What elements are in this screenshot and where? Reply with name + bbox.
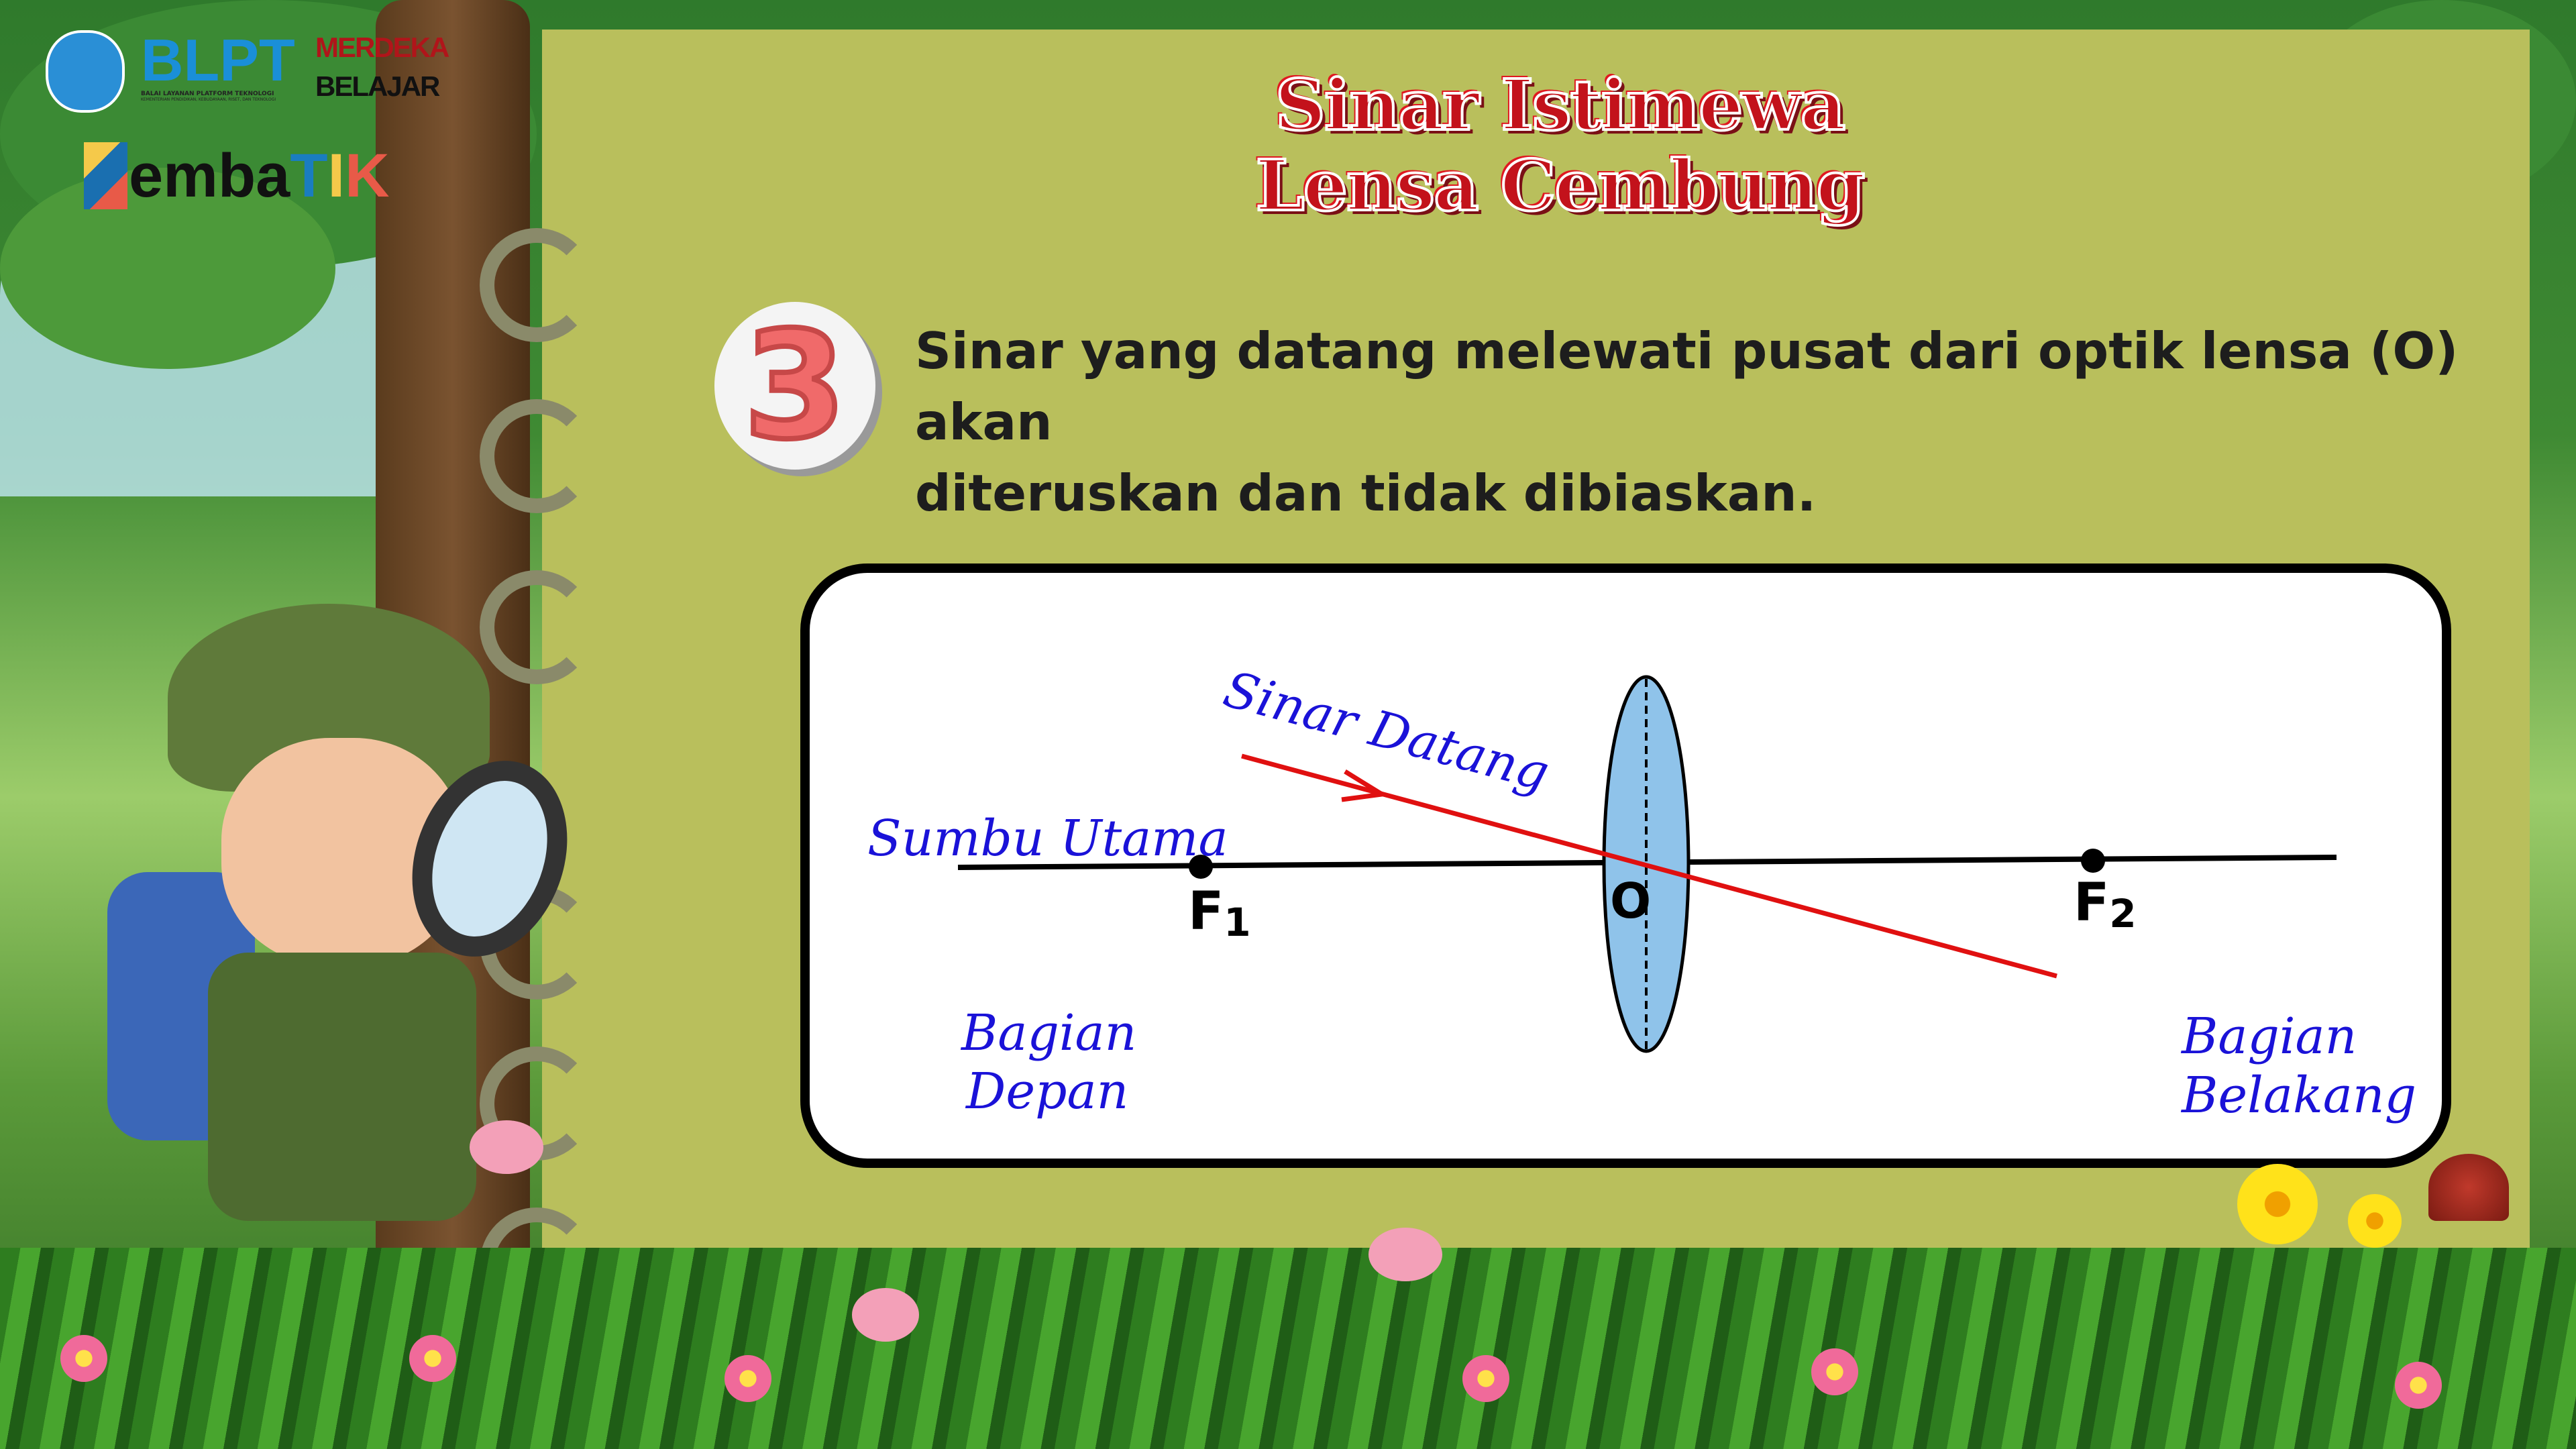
butterfly-icon xyxy=(1368,1228,1442,1281)
flower-icon xyxy=(2395,1362,2442,1409)
lens-diagram: F1 O F2 Sinar Datang Sumbu Utama Bagian … xyxy=(867,660,2416,1124)
flower-icon xyxy=(60,1335,107,1382)
flower-icon xyxy=(1462,1355,1509,1402)
front-label-2: Depan xyxy=(965,1063,1128,1120)
snail-icon xyxy=(2428,1154,2509,1221)
f2-label: F2 xyxy=(2074,873,2137,936)
f1-label: F1 xyxy=(1188,881,1251,945)
axis-label: Sumbu Utama xyxy=(867,810,1228,867)
butterfly-icon xyxy=(852,1288,919,1342)
o-label: O xyxy=(1610,873,1651,929)
flower-icon xyxy=(724,1355,771,1402)
front-label-1: Bagian xyxy=(960,1004,1136,1062)
flower-icon xyxy=(1811,1348,1858,1395)
yellow-flower-icon xyxy=(2237,1164,2318,1244)
back-label-2: Belakang xyxy=(2180,1067,2416,1124)
ray-label: Sinar Datang xyxy=(1218,660,1555,802)
butterfly-icon xyxy=(470,1120,543,1174)
flower-icon xyxy=(409,1335,456,1382)
yellow-flower-icon xyxy=(2348,1194,2402,1248)
back-label-1: Bagian xyxy=(2180,1008,2357,1065)
focal-point-f2 xyxy=(2081,849,2105,873)
grass-border xyxy=(0,1248,2576,1449)
